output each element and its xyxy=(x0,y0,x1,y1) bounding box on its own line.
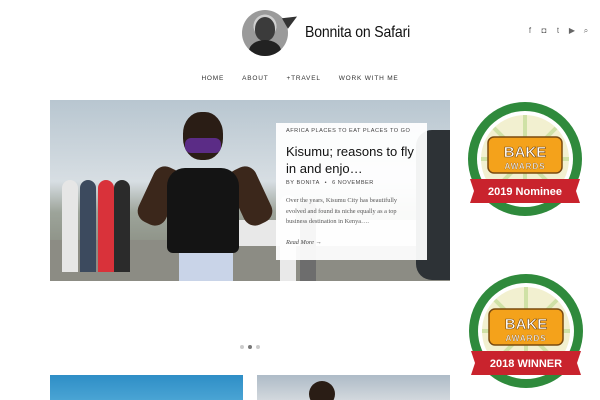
twitter-icon[interactable]: t xyxy=(554,27,562,35)
nav-work-with-me[interactable]: WORK WITH ME xyxy=(339,75,399,82)
nav-travel[interactable]: +TRAVEL xyxy=(287,75,321,82)
badge-subtitle: AWARDS xyxy=(504,162,545,171)
featured-post-card: AFRICA PLACES TO EAT PLACES TO GO Kisumu… xyxy=(276,123,427,260)
instagram-icon[interactable]: ◘ xyxy=(540,27,548,35)
post-card-image[interactable] xyxy=(257,375,450,400)
site-logo[interactable] xyxy=(242,10,288,56)
search-icon[interactable]: ⌕ xyxy=(582,27,590,35)
post-card-image[interactable] xyxy=(50,375,243,400)
site-title[interactable]: Bonnita on Safari xyxy=(305,24,410,42)
hero-person xyxy=(133,108,277,281)
slider-dot-active[interactable] xyxy=(248,345,252,349)
meta-by: BY xyxy=(286,180,295,186)
badge-ribbon-text: 2018 WINNER xyxy=(490,358,562,370)
facebook-icon[interactable]: f xyxy=(526,27,534,35)
slider-dots xyxy=(240,345,260,349)
post-author[interactable]: BONITA xyxy=(296,180,319,186)
read-more-link[interactable]: Read More → xyxy=(286,239,417,246)
youtube-icon[interactable]: ▶ xyxy=(568,27,576,35)
slider-dot[interactable] xyxy=(256,345,260,349)
bake-awards-2018-badge[interactable]: BAKE AWARDS 2018 WINNER xyxy=(463,271,589,397)
badge-brand: BAKE xyxy=(505,316,548,333)
badge-subtitle: AWARDS xyxy=(505,334,546,343)
post-title[interactable]: Kisumu; reasons to fly in and enjo… xyxy=(286,143,417,177)
post-excerpt: Over the years, Kisumu City has beautifu… xyxy=(286,197,398,225)
post-categories[interactable]: AFRICA PLACES TO EAT PLACES TO GO xyxy=(286,128,417,134)
logo-avatar xyxy=(242,10,288,56)
post-meta: BY BONITA • 6 NOVEMBER xyxy=(286,180,374,186)
post-date: 6 NOVEMBER xyxy=(332,180,374,186)
badge-ribbon-text: 2019 Nominee xyxy=(488,186,562,198)
nav-about[interactable]: ABOUT xyxy=(242,75,268,82)
bake-awards-2019-badge[interactable]: BAKE AWARDS 2019 Nominee xyxy=(462,99,588,225)
nav-home[interactable]: HOME xyxy=(201,75,224,82)
badge-brand: BAKE xyxy=(504,144,547,161)
main-nav: HOME ABOUT +TRAVEL WORK WITH ME xyxy=(0,75,600,82)
slider-dot[interactable] xyxy=(240,345,244,349)
social-links: f ◘ t ▶ ⌕ xyxy=(526,27,590,35)
